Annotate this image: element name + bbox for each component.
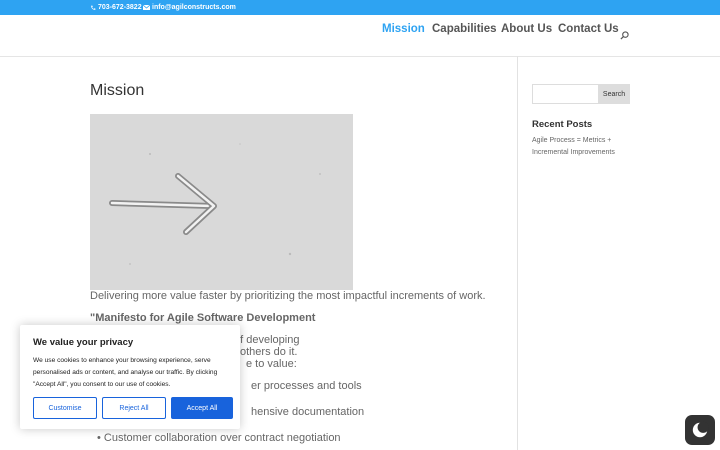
customise-button[interactable]: Customise bbox=[33, 397, 97, 419]
cookie-actions: Customise Reject All Accept All bbox=[33, 397, 233, 419]
manifesto-line-2: others do it. bbox=[240, 346, 298, 358]
sidebar-search-button[interactable]: Search bbox=[598, 84, 630, 104]
nav-mission[interactable]: Mission bbox=[382, 23, 425, 35]
search-icon[interactable] bbox=[620, 31, 629, 40]
phone-number[interactable]: 703-672-3822 bbox=[98, 4, 142, 11]
nav-contact-us[interactable]: Contact Us bbox=[558, 23, 619, 35]
sidebar-search: Search bbox=[532, 84, 630, 104]
recent-posts-heading: Recent Posts bbox=[532, 119, 593, 130]
hero-image bbox=[90, 114, 353, 290]
top-bar: 703-672-3822 info@agilconstructs.com bbox=[0, 0, 720, 15]
intro-text: Delivering more value faster by prioriti… bbox=[90, 290, 486, 302]
nav-capabilities[interactable]: Capabilities bbox=[432, 23, 497, 35]
email-contact[interactable]: info@agilconstructs.com bbox=[143, 4, 236, 11]
phone-contact[interactable]: 703-672-3822 bbox=[90, 4, 142, 11]
accept-all-button[interactable]: Accept All bbox=[171, 397, 233, 419]
cookie-preferences-button[interactable] bbox=[685, 415, 715, 445]
value-item-2: hensive documentation bbox=[251, 406, 365, 418]
cookie-description: We use cookies to enhance your browsing … bbox=[33, 357, 218, 388]
manifesto-line-3: e to value: bbox=[246, 358, 297, 370]
cookie-consent-banner: We value your privacy We use cookies to … bbox=[20, 325, 240, 429]
value-item-3-text: Customer collaboration over contract neg… bbox=[103, 432, 341, 444]
cookie-icon bbox=[692, 421, 709, 438]
sidebar-search-input[interactable] bbox=[532, 84, 598, 104]
manifesto-heading: "Manifesto for Agile Software Developmen… bbox=[90, 312, 316, 324]
recent-post-link[interactable]: Agile Process = Metrics + Incremental Im… bbox=[532, 135, 642, 159]
envelope-icon bbox=[143, 5, 150, 10]
sidebar-divider bbox=[517, 56, 518, 450]
nav-about-us[interactable]: About Us bbox=[501, 23, 552, 35]
arrow-illustration bbox=[90, 114, 353, 290]
value-item-3: • Customer collaboration over contract n… bbox=[97, 432, 341, 444]
value-item-1: er processes and tools bbox=[251, 380, 362, 392]
phone-icon bbox=[91, 5, 96, 10]
manifesto-line-1: of developing bbox=[234, 334, 300, 346]
page-title: Mission bbox=[90, 82, 145, 99]
reject-all-button[interactable]: Reject All bbox=[102, 397, 166, 419]
email-address[interactable]: info@agilconstructs.com bbox=[152, 4, 236, 11]
site-header: Mission Capabilities About Us Contact Us bbox=[0, 15, 720, 56]
cookie-title: We value your privacy bbox=[33, 337, 134, 348]
